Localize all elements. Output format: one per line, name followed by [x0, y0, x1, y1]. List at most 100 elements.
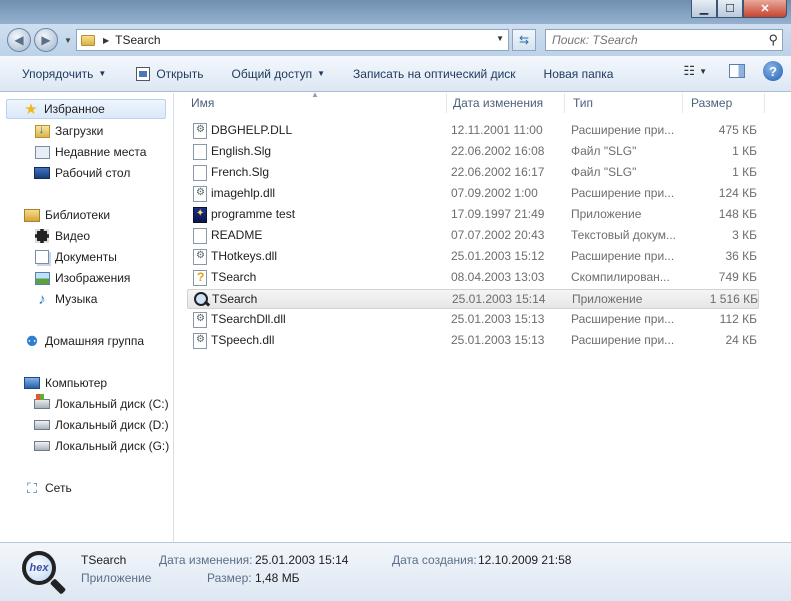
file-type: Приложение [571, 207, 642, 221]
lens-handle [49, 578, 67, 595]
close-button[interactable]: ✕ [743, 0, 787, 18]
file-row-selected[interactable]: TSearch 25.01.2003 15:14 Приложение 1 51… [187, 289, 759, 309]
nav-label: Компьютер [45, 376, 108, 390]
help-file-icon [193, 270, 207, 286]
back-arrow-icon: ◀ [14, 33, 24, 47]
nav-drive-d[interactable]: Локальный диск (D:) [34, 415, 169, 435]
system-drive-icon [34, 394, 50, 409]
details-pane: hex TSearch Приложение Дата изменения: 2… [0, 542, 791, 601]
file-icon [193, 144, 207, 160]
computer-icon [24, 377, 40, 389]
star-icon: ★ [24, 100, 38, 118]
file-row[interactable]: README 07.07.2002 20:43 Текстовый докум.… [187, 226, 759, 246]
file-name: TSpeech.dll [211, 333, 275, 347]
file-name: TSearch [211, 270, 257, 284]
documents-icon [35, 250, 49, 264]
search-icon[interactable]: ⚲ [768, 32, 778, 48]
maximize-button[interactable]: ☐ [717, 0, 743, 18]
chevron-down-icon: ▼ [317, 69, 326, 78]
nav-label: Локальный диск (C:) [55, 397, 169, 411]
nav-computer[interactable]: Компьютер [24, 373, 107, 393]
file-row[interactable]: TSearchDll.dll 25.01.2003 15:13 Расширен… [187, 310, 759, 330]
refresh-button[interactable]: ⇆ [512, 29, 536, 51]
nav-desktop[interactable]: Рабочий стол [34, 163, 130, 183]
nav-documents[interactable]: Документы [34, 247, 117, 267]
column-header-row: Имя ▲ Дата изменения Тип Размер [175, 90, 791, 113]
column-size-label: Размер [691, 96, 733, 110]
dll-icon [193, 249, 207, 265]
file-list: Имя ▲ Дата изменения Тип Размер DBGHELP.… [175, 90, 791, 542]
file-row[interactable]: imagehlp.dll 07.09.2002 1:00 Расширение … [187, 184, 759, 204]
column-header-date[interactable]: Дата изменения [445, 93, 565, 113]
share-button[interactable]: Общий доступ ▼ [223, 61, 333, 87]
nav-label: Документы [55, 250, 117, 264]
details-modified-value: 25.01.2003 15:14 [255, 553, 349, 567]
nav-label: Музыка [55, 292, 98, 306]
details-type: Приложение [81, 571, 152, 585]
file-row[interactable]: programme test 17.09.1997 21:49 Приложен… [187, 205, 759, 225]
magnifier-icon [194, 292, 208, 308]
nav-drive-c[interactable]: Локальный диск (C:) [34, 394, 169, 414]
nav-drive-g[interactable]: Локальный диск (G:) [34, 436, 169, 456]
desktop-icon [34, 167, 50, 179]
file-row[interactable]: French.Slg 22.06.2002 16:17 Файл "SLG" 1… [187, 163, 759, 183]
details-modified-label: Дата изменения: [159, 553, 253, 567]
file-date: 22.06.2002 16:08 [451, 144, 545, 158]
file-name: TSearchDll.dll [211, 312, 286, 326]
nav-label: Избранное [44, 102, 105, 116]
file-size: 749 КБ [718, 270, 757, 284]
view-options-icon[interactable]: ☷ [683, 63, 695, 79]
nav-recent-places[interactable]: Недавние места [34, 142, 146, 162]
drive-icon [34, 420, 50, 430]
nav-video[interactable]: Видео [34, 226, 90, 246]
nav-label: Локальный диск (G:) [55, 439, 170, 453]
nav-homegroup[interactable]: ⚉ Домашняя группа [24, 331, 144, 351]
search-box[interactable]: ⚲ [545, 29, 783, 51]
preview-pane-icon[interactable] [729, 64, 745, 78]
back-button[interactable]: ◀ [7, 28, 31, 52]
file-row[interactable]: DBGHELP.DLL 12.11.2001 11:00 Расширение … [187, 121, 759, 141]
column-header-size[interactable]: Размер [683, 93, 765, 113]
file-row[interactable]: THotkeys.dll 25.01.2003 15:12 Расширение… [187, 247, 759, 267]
open-button[interactable]: Открыть [128, 61, 211, 87]
help-icon[interactable]: ? [763, 61, 783, 81]
search-input[interactable] [546, 30, 756, 50]
breadcrumb-chevron-icon[interactable]: ▶ [103, 36, 109, 45]
details-created-value: 12.10.2009 21:58 [478, 553, 572, 567]
window-controls: ▁ ☐ ✕ [691, 0, 787, 18]
nav-network[interactable]: ⛶ Сеть [24, 478, 72, 498]
nav-favorites[interactable]: ★ Избранное [6, 99, 166, 119]
column-type-label: Тип [573, 96, 594, 110]
file-size: 475 КБ [718, 123, 757, 137]
nav-downloads[interactable]: Загрузки [34, 121, 103, 141]
view-dropdown-icon[interactable]: ▼ [699, 67, 707, 76]
breadcrumb-tsearch[interactable]: TSearch [115, 33, 160, 47]
file-type: Расширение при... [571, 186, 675, 200]
nav-images[interactable]: Изображения [34, 268, 130, 288]
recent-pages-dropdown[interactable]: ▼ [64, 36, 72, 45]
burn-button[interactable]: Записать на оптический диск [345, 61, 524, 87]
app-icon [193, 207, 207, 223]
nav-music[interactable]: ♪ Музыка [34, 289, 97, 309]
file-name: THotkeys.dll [211, 249, 278, 263]
sort-ascending-icon: ▲ [311, 90, 319, 99]
new-folder-button[interactable]: Новая папка [536, 61, 622, 87]
column-date-label: Дата изменения [453, 96, 544, 110]
file-size: 24 КБ [725, 333, 757, 347]
organize-button[interactable]: Упорядочить ▼ [14, 61, 114, 87]
address-bar-area: ◀ ▶ ▼ ▶ TSearch ▼ ⇆ ⚲ [0, 24, 791, 56]
address-bar[interactable]: ▶ TSearch ▼ [76, 29, 509, 51]
text-file-icon [193, 228, 207, 244]
nav-libraries[interactable]: Библиотеки [24, 205, 110, 225]
file-date: 17.09.1997 21:49 [451, 207, 545, 221]
file-row[interactable]: TSpeech.dll 25.01.2003 15:13 Расширение … [187, 331, 759, 351]
file-row[interactable]: TSearch 08.04.2003 13:03 Скомпилирован..… [187, 268, 759, 288]
minimize-button[interactable]: ▁ [691, 0, 717, 18]
forward-button[interactable]: ▶ [34, 28, 58, 52]
address-dropdown-icon[interactable]: ▼ [496, 34, 504, 43]
file-row[interactable]: English.Slg 22.06.2002 16:08 Файл "SLG" … [187, 142, 759, 162]
nav-label: Видео [55, 229, 91, 243]
nav-label: Локальный диск (D:) [55, 418, 169, 432]
file-size: 148 КБ [718, 207, 757, 221]
column-header-type[interactable]: Тип [565, 93, 683, 113]
